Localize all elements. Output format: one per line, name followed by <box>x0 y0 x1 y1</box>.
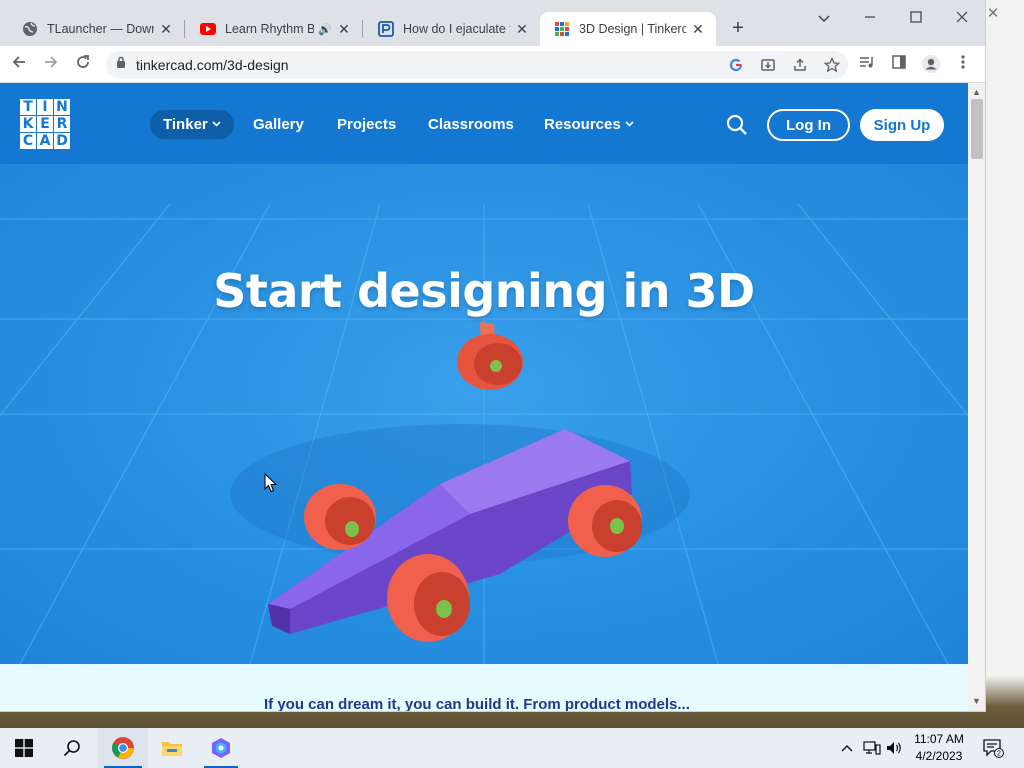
taskbar-app-icon[interactable] <box>198 728 244 768</box>
nav-resources-label: Resources <box>544 116 621 133</box>
taskbar-chrome-icon[interactable] <box>98 728 148 768</box>
hero-section: Start designing in 3D <box>0 164 968 664</box>
tab-close-icon[interactable]: ✕ <box>158 21 174 37</box>
forward-icon[interactable] <box>40 54 62 76</box>
web-page: T I N K E R C A D Tinker Gallery Project… <box>0 83 968 712</box>
windows-start-icon[interactable] <box>0 728 48 768</box>
nav-tinker[interactable]: Tinker <box>150 110 234 139</box>
background-window-close-icon[interactable]: ✕ <box>985 6 1001 22</box>
nav-resources[interactable]: Resources <box>531 110 647 139</box>
logo-letter: E <box>37 116 53 132</box>
logo-letter: D <box>54 133 70 149</box>
page-scrollbar[interactable]: ▲ ▼ <box>968 83 985 711</box>
bookmark-star-icon[interactable] <box>816 51 848 79</box>
url-text[interactable]: tinkercad.com/3d-design <box>136 57 720 73</box>
maximize-icon[interactable] <box>906 8 926 28</box>
taskbar-search-icon[interactable] <box>48 728 96 768</box>
media-control-icon[interactable] <box>856 54 878 76</box>
back-icon[interactable] <box>8 54 30 76</box>
logo-letter: T <box>20 99 36 115</box>
share-icon[interactable] <box>784 51 816 79</box>
tab-separator <box>184 20 185 38</box>
side-panel-icon[interactable] <box>888 54 910 76</box>
mouse-cursor-icon <box>264 472 278 498</box>
install-app-icon[interactable] <box>752 51 784 79</box>
scroll-up-arrow-icon[interactable]: ▲ <box>972 87 981 97</box>
tab-how-do-i[interactable]: How do I ejaculate faster ✕ <box>364 12 540 46</box>
tab-strip: TLauncher — Download ✕ Learn Rhythm Basi… <box>0 0 985 46</box>
tab-tlauncher[interactable]: TLauncher — Download ✕ <box>8 12 184 46</box>
tab-title: How do I ejaculate faster <box>403 22 510 36</box>
logo-letter: R <box>54 116 70 132</box>
car-3d-illustration <box>268 322 642 642</box>
taskbar-file-explorer-icon[interactable] <box>148 728 196 768</box>
new-tab-button[interactable]: + <box>728 18 748 38</box>
logo-letter: N <box>54 99 70 115</box>
logo-letter: I <box>37 99 53 115</box>
logo-letter: C <box>20 133 36 149</box>
youtube-icon <box>200 21 216 37</box>
reload-icon[interactable] <box>72 54 94 76</box>
notification-count: 2 <box>997 751 1001 758</box>
nav-gallery[interactable]: Gallery <box>240 110 317 139</box>
profile-avatar-icon[interactable] <box>920 54 942 76</box>
scroll-thumb[interactable] <box>971 99 983 159</box>
car-wheel <box>457 334 523 390</box>
tab-title: TLauncher — Download <box>47 22 154 36</box>
tab-title: Learn Rhythm Basics <box>225 22 314 36</box>
tab-tinkercad[interactable]: 3D Design | Tinkercad ✕ <box>540 12 716 46</box>
tab-close-icon[interactable]: ✕ <box>336 21 352 37</box>
logo-letter: K <box>20 116 36 132</box>
tab-separator <box>362 20 363 38</box>
nav-tinker-label: Tinker <box>163 116 208 133</box>
chevron-down-icon <box>625 119 634 130</box>
menu-kebab-icon[interactable] <box>952 54 974 76</box>
tab-learn-rhythm[interactable]: Learn Rhythm Basics 🔊 ✕ <box>186 12 362 46</box>
login-button[interactable]: Log In <box>767 109 850 141</box>
tinkercad-logo[interactable]: T I N K E R C A D <box>20 99 70 149</box>
search-icon[interactable] <box>725 113 749 137</box>
address-bar[interactable]: tinkercad.com/3d-design <box>106 51 848 79</box>
tray-chevron-up-icon[interactable] <box>838 728 856 768</box>
intro-text: If you can dream it, you can build it. F… <box>264 696 690 712</box>
car-wheel <box>568 485 642 557</box>
lock-icon[interactable] <box>106 56 136 74</box>
volume-icon[interactable] <box>884 728 904 768</box>
close-window-icon[interactable] <box>952 8 972 28</box>
site-header: T I N K E R C A D Tinker Gallery Project… <box>0 83 968 164</box>
windows-taskbar: 11:07 AM 4/2/2023 2 <box>0 728 1024 768</box>
scroll-down-arrow-icon[interactable]: ▼ <box>972 696 981 706</box>
clock-date: 4/2/2023 <box>915 749 963 763</box>
chevron-down-icon <box>212 119 221 130</box>
globe-icon <box>22 21 38 37</box>
notification-center-icon[interactable]: 2 <box>982 738 1004 758</box>
minimize-icon[interactable] <box>860 8 880 28</box>
logo-letter: A <box>37 133 53 149</box>
network-icon[interactable] <box>862 728 882 768</box>
browser-window: TLauncher — Download ✕ Learn Rhythm Basi… <box>0 0 986 712</box>
google-lens-icon[interactable] <box>720 51 752 79</box>
tab-close-icon[interactable]: ✕ <box>514 21 530 37</box>
site-icon <box>378 21 394 37</box>
intro-section: If you can dream it, you can build it. F… <box>0 664 968 712</box>
car-wheel <box>304 484 376 550</box>
browser-toolbar: tinkercad.com/3d-design <box>0 46 985 83</box>
nav-projects[interactable]: Projects <box>324 110 409 139</box>
tinkercad-icon <box>554 21 570 37</box>
tab-title: 3D Design | Tinkercad <box>579 22 686 36</box>
clock-time: 11:07 AM <box>914 732 964 746</box>
speaker-icon[interactable]: 🔊 <box>318 23 332 36</box>
taskbar-clock[interactable]: 11:07 AM 4/2/2023 <box>905 731 973 765</box>
tab-close-icon[interactable]: ✕ <box>690 21 706 37</box>
nav-classrooms[interactable]: Classrooms <box>415 110 527 139</box>
tab-search-chevron-icon[interactable] <box>814 8 834 28</box>
signup-button[interactable]: Sign Up <box>860 109 944 141</box>
